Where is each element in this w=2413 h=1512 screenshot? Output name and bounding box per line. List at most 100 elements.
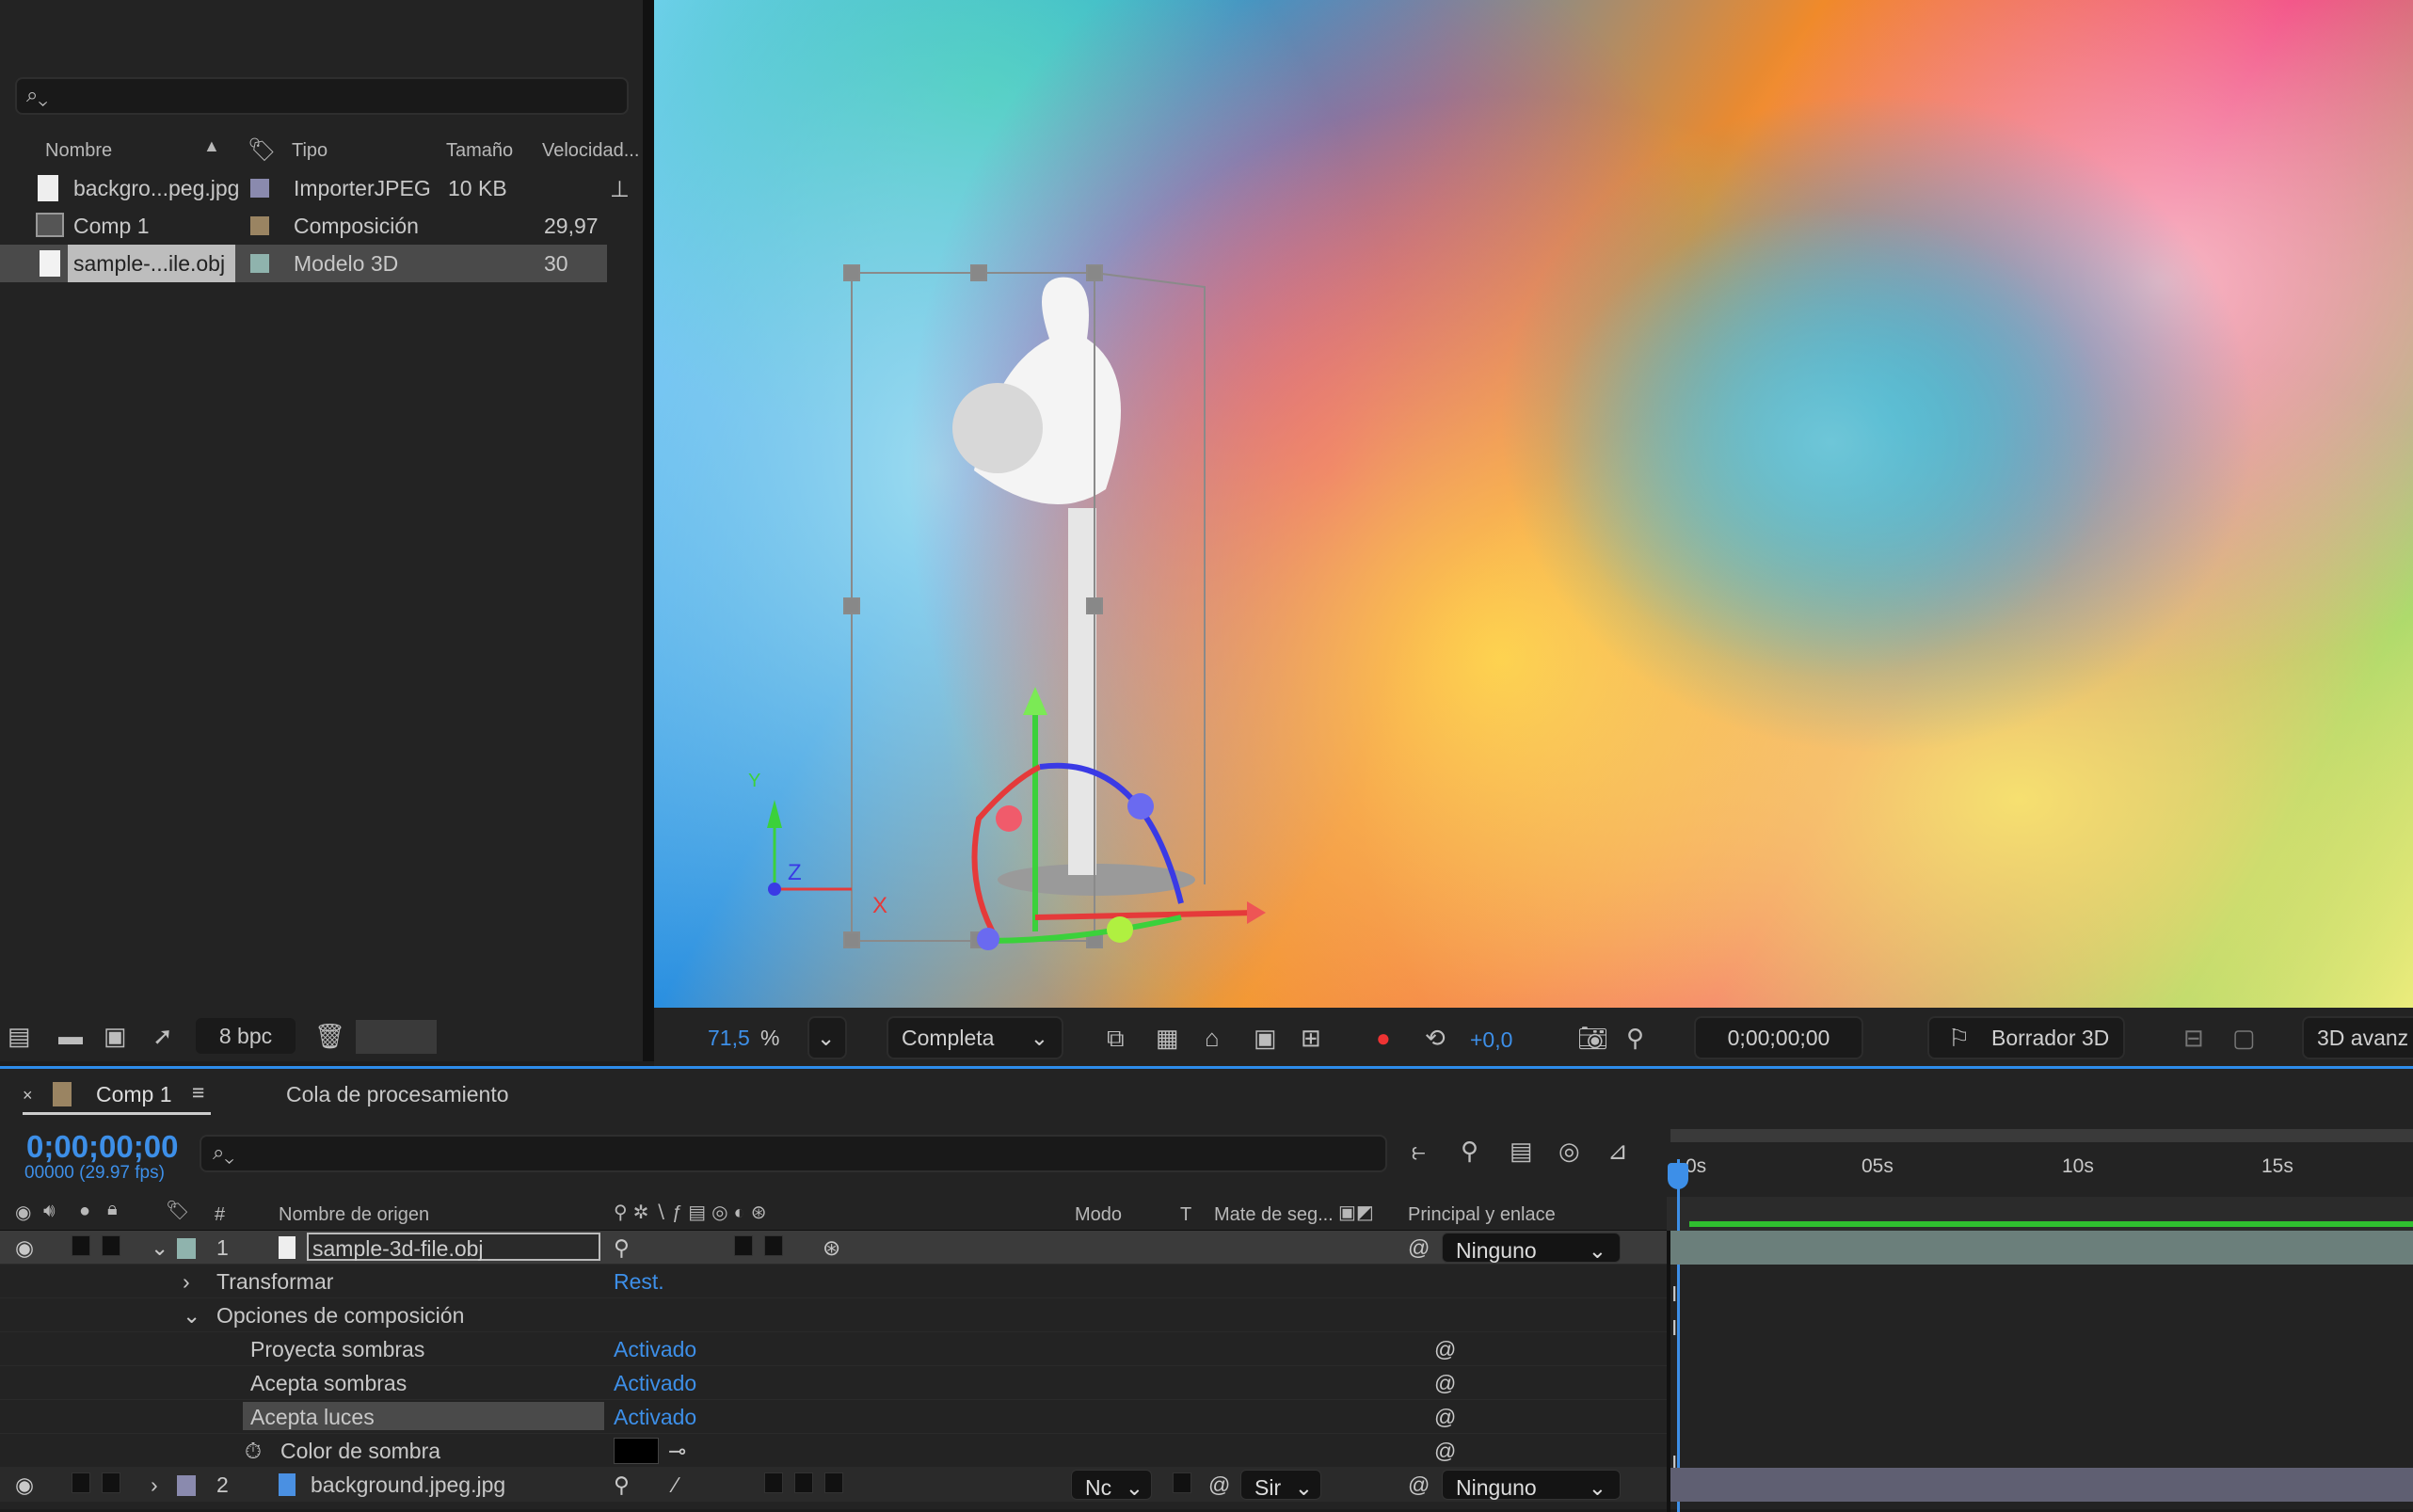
solo-toggle[interactable]: [72, 1472, 90, 1493]
eyedropper-icon[interactable]: ⊸: [668, 1439, 686, 1464]
layer-name-field[interactable]: sample-3d-file.obj: [307, 1233, 600, 1261]
panel-menu-icon[interactable]: ≡: [192, 1080, 204, 1106]
property-value[interactable]: Activado: [614, 1371, 696, 1396]
graph-editor-icon[interactable]: ⊿: [1607, 1138, 1628, 1163]
timeline-divider[interactable]: [1667, 1231, 1670, 1512]
label-tag-icon[interactable]: 🏷︎: [248, 136, 276, 164]
pickwhip-icon[interactable]: @: [1434, 1371, 1456, 1396]
trash-icon[interactable]: 🗑︎: [314, 1024, 345, 1048]
collapse-chevron-icon[interactable]: ⌄: [183, 1303, 200, 1329]
property-group-options[interactable]: ⌄ Opciones de composición: [0, 1298, 1667, 1332]
zoom-level[interactable]: 71,5: [708, 1026, 750, 1051]
3d-layer-switch[interactable]: [824, 1472, 843, 1493]
column-source-name[interactable]: Nombre de origen: [279, 1204, 429, 1226]
video-visibility-icon[interactable]: ◉: [15, 1201, 31, 1224]
motion-blur-switch[interactable]: [734, 1235, 753, 1256]
mask-path-icon[interactable]: ⌂: [1205, 1026, 1220, 1050]
zoom-dropdown[interactable]: ⌄: [807, 1016, 847, 1059]
property-casts-shadows[interactable]: Proyecta sombras Activado @: [0, 1332, 1667, 1366]
quality-switch-icon[interactable]: ∕: [674, 1472, 678, 1498]
adjustment-switch[interactable]: [764, 1235, 783, 1256]
lamp-3d-model[interactable]: [952, 277, 1195, 896]
project-item[interactable]: backgro...peg.jpg ImporterJPEG 10 KB ⊥: [0, 169, 630, 207]
expand-chevron-icon[interactable]: ›: [151, 1472, 158, 1498]
render-icon[interactable]: ➚: [152, 1024, 173, 1048]
color-swatch[interactable]: [614, 1438, 659, 1464]
property-accepts-shadows[interactable]: Acepta sombras Activado @: [0, 1366, 1667, 1400]
column-type[interactable]: Tipo: [292, 140, 328, 162]
project-item[interactable]: Comp 1 Composición 29,97: [0, 207, 607, 245]
preserve-transparency-toggle[interactable]: [1173, 1472, 1191, 1493]
thumbnail-slider[interactable]: [356, 1020, 437, 1054]
navigator-bar[interactable]: [1667, 1197, 2413, 1231]
reset-link[interactable]: Rest.: [614, 1269, 664, 1295]
shy-switch-icon[interactable]: ⚲: [614, 1472, 630, 1498]
new-folder-icon[interactable]: ▬: [58, 1024, 83, 1048]
color-management-icon[interactable]: ⟲: [1425, 1026, 1446, 1050]
stopwatch-icon[interactable]: ⏱︎: [245, 1439, 262, 1464]
shy-layers-icon[interactable]: ⚲: [1461, 1138, 1478, 1163]
renderer-button[interactable]: ⚐ Borrador 3D: [1927, 1016, 2125, 1059]
fast-preview-icon[interactable]: ⧉: [1107, 1026, 1125, 1050]
show-snapshot-icon[interactable]: ⚲: [1626, 1026, 1644, 1050]
keyframe-marker[interactable]: I: [1671, 1315, 1677, 1341]
tab-comp-1[interactable]: Comp 1: [96, 1082, 172, 1107]
pickwhip-icon[interactable]: @: [1434, 1405, 1456, 1430]
layer-row-2[interactable]: ◉ › 2 background.jpeg.jpg ⚲ ∕ Nc ⌄ @ Sir ⌄…: [0, 1468, 1667, 1502]
composition-viewer[interactable]: Z X Y: [654, 0, 2413, 1008]
audio-icon[interactable]: 🔊︎: [43, 1201, 56, 1222]
transform-gizmo[interactable]: [971, 687, 1267, 950]
lock-toggle[interactable]: [102, 1472, 120, 1493]
pickwhip-icon[interactable]: @: [1408, 1235, 1430, 1261]
collapse-chevron-icon[interactable]: ⌄: [151, 1235, 168, 1261]
track-matte-dropdown[interactable]: Sir ⌄: [1240, 1470, 1321, 1500]
label-swatch[interactable]: [250, 254, 269, 273]
hierarchy-icon[interactable]: ⊥: [610, 176, 630, 203]
guides-icon[interactable]: ⊞: [1301, 1026, 1321, 1050]
column-name[interactable]: Nombre: [45, 140, 112, 162]
label-swatch[interactable]: [250, 179, 269, 198]
sort-ascending-icon[interactable]: ▲: [203, 136, 220, 156]
property-accepts-lights[interactable]: Acepta luces Activado @: [0, 1400, 1667, 1434]
current-time-indicator[interactable]: [1677, 1159, 1680, 1512]
3d-view-dropdown[interactable]: 3D avanz: [2302, 1016, 2413, 1059]
panel-divider[interactable]: [643, 0, 654, 1061]
new-composition-icon[interactable]: ▣: [104, 1024, 127, 1048]
project-item-selected[interactable]: sample-...ile.obj Modelo 3D 30: [0, 245, 607, 282]
solo-icon[interactable]: ●: [79, 1201, 90, 1222]
project-search-input[interactable]: ⌕⌄: [15, 77, 629, 115]
3d-layer-switch-icon[interactable]: ⊛: [823, 1235, 840, 1261]
property-group-transform[interactable]: › Transformar Rest.: [0, 1265, 1667, 1298]
lock-icon[interactable]: 🔒︎: [107, 1199, 118, 1220]
lock-toggle[interactable]: [102, 1235, 120, 1256]
layer-name[interactable]: background.jpeg.jpg: [311, 1472, 505, 1498]
layer-label-swatch[interactable]: [177, 1475, 196, 1496]
bit-depth-button[interactable]: 8 bpc: [196, 1018, 296, 1054]
adjustment-switch[interactable]: [794, 1472, 813, 1493]
current-time-field[interactable]: 0;00;00;00: [1694, 1016, 1863, 1059]
view-options-icon[interactable]: ▢: [2232, 1026, 2256, 1050]
keyframe-marker[interactable]: I: [1671, 1281, 1677, 1307]
layer-duration-bar-2[interactable]: [1670, 1468, 2413, 1502]
current-timecode[interactable]: 0;00;00;00: [26, 1129, 178, 1165]
label-tag-icon[interactable]: 🏷︎: [166, 1199, 189, 1222]
interpret-footage-icon[interactable]: ▤: [8, 1024, 31, 1048]
property-value[interactable]: Activado: [614, 1405, 696, 1430]
parent-dropdown[interactable]: Ninguno ⌄: [1442, 1233, 1621, 1263]
work-area-range[interactable]: [1689, 1221, 2413, 1227]
pickwhip-icon[interactable]: @: [1434, 1337, 1456, 1362]
expand-chevron-icon[interactable]: ›: [183, 1269, 190, 1295]
tab-render-queue[interactable]: Cola de procesamiento: [286, 1082, 509, 1107]
composition-mini-flowchart-icon[interactable]: ⥼: [1412, 1138, 1426, 1163]
label-swatch[interactable]: [250, 216, 269, 235]
motion-blur-icon[interactable]: ◎: [1558, 1138, 1580, 1163]
property-value[interactable]: Activado: [614, 1337, 696, 1362]
snapshot-camera-icon[interactable]: 📷︎: [1577, 1026, 1608, 1050]
resolution-dropdown[interactable]: Completa ⌄: [887, 1016, 1063, 1059]
solo-toggle[interactable]: [72, 1235, 90, 1256]
color-channels-icon[interactable]: ●: [1376, 1026, 1391, 1050]
pickwhip-icon[interactable]: @: [1434, 1439, 1456, 1464]
pickwhip-icon[interactable]: @: [1408, 1472, 1430, 1498]
playhead-handle[interactable]: [1668, 1163, 1688, 1189]
region-of-interest-icon[interactable]: ▣: [1254, 1026, 1277, 1050]
